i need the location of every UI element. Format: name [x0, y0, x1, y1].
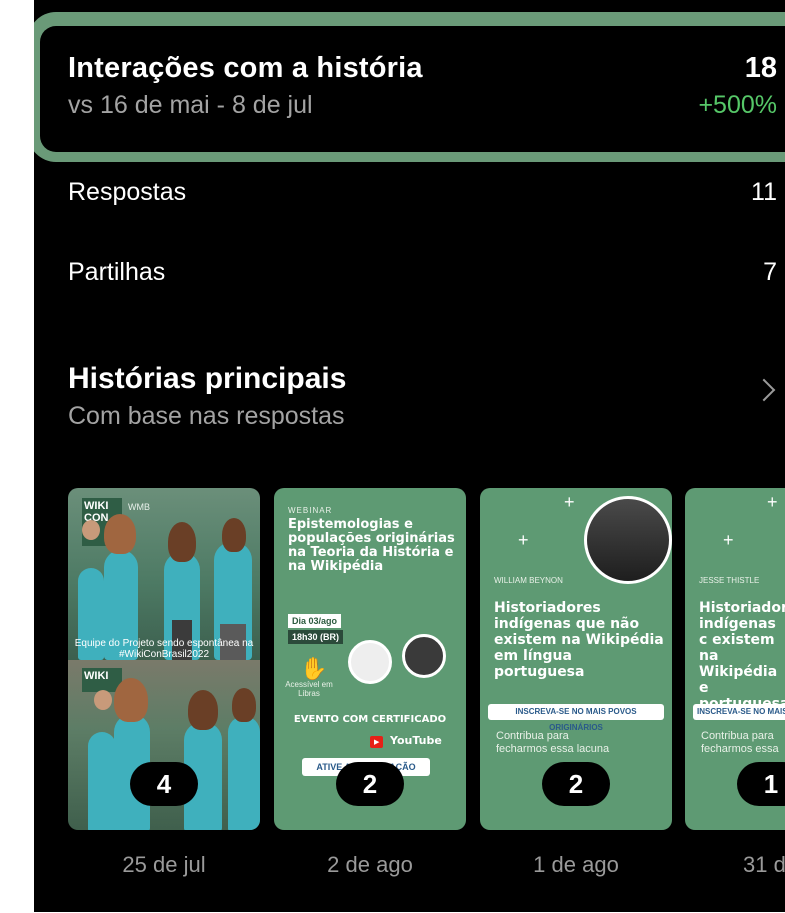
story-count-badge: 2: [336, 762, 404, 806]
story-interactions-value: 18: [744, 52, 777, 84]
shares-label: Partilhas: [68, 258, 166, 286]
story-date: 1 de ago: [533, 852, 619, 877]
top-stories-title: Histórias principais: [68, 362, 347, 395]
story-thumbnail-2[interactable]: WEBINAR Epistemologias e populações orig…: [274, 488, 466, 830]
story-interactions-change: +500%: [698, 91, 777, 119]
story-thumbnail-1[interactable]: WIKI CON WMB Equipe do Projeto sendo espo…: [68, 488, 260, 830]
story-count-badge: 4: [130, 762, 198, 806]
insights-screen: Interações com a história vs 16 de mai -…: [34, 0, 785, 913]
story-count-badge: 2: [542, 762, 610, 806]
poster-title: Historiadores indígenas que não existem …: [494, 600, 664, 680]
poster-title: Historiador indígenas c existem na Wikip…: [699, 600, 785, 712]
story-count-badge: 1: [737, 762, 785, 806]
replies-label: Respostas: [68, 178, 187, 206]
story-thumbnail-4[interactable]: + + JESSE THISTLE Historiador indígenas …: [685, 488, 785, 830]
story-date: 25 de jul: [122, 852, 206, 877]
story-interactions-title: Interações com a história: [68, 52, 423, 84]
photo-caption: Equipe do Projeto sendo espontânea na #W…: [74, 638, 254, 660]
top-stories-subtitle: Com base nas respostas: [68, 402, 345, 430]
comparison-period: vs 16 de mai - 8 de jul: [68, 91, 313, 119]
shares-value: 7: [763, 258, 777, 286]
speaker-photo: [348, 640, 392, 684]
story-date: 31 de: [743, 852, 785, 877]
speaker-photo: [402, 634, 446, 678]
story-date: 2 de ago: [327, 852, 413, 877]
replies-value: 11: [751, 178, 777, 206]
story-thumbnail-3[interactable]: + + WILLIAM BEYNON Historiadores indígen…: [480, 488, 672, 830]
portrait-photo: [584, 496, 672, 584]
chevron-right-icon[interactable]: [752, 378, 776, 402]
hands-icon: ✋: [300, 656, 328, 681]
poster-title: Epistemologias e populações originárias …: [288, 517, 455, 574]
story-interactions-card[interactable]: [40, 26, 785, 152]
youtube-icon: ▶: [370, 736, 384, 748]
